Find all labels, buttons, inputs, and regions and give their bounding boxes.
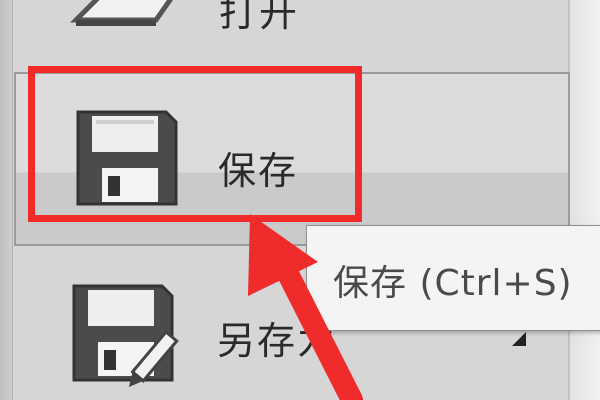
- annotation-arrow-icon: [248, 214, 363, 400]
